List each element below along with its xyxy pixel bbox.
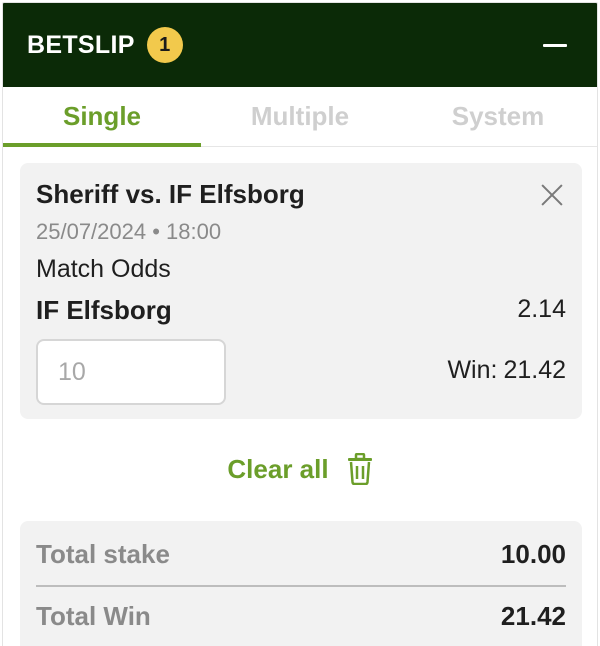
betslip-title: BETSLIP	[27, 30, 135, 59]
match-name: Sheriff vs. IF Elfsborg	[36, 179, 305, 209]
header-left: BETSLIP 1	[27, 27, 183, 63]
bet-count-badge: 1	[146, 27, 183, 63]
bet-card: Sheriff vs. IF Elfsborg 25/07/2024 • 18:…	[20, 163, 582, 419]
potential-win: Win: 21.42	[447, 356, 566, 385]
match-datetime: 25/07/2024 • 18:00	[36, 219, 222, 244]
tab-multiple[interactable]: Multiple	[201, 87, 399, 146]
total-stake-value: 10.00	[500, 539, 566, 569]
selection-odds: 2.14	[517, 295, 566, 323]
tab-system[interactable]: System	[399, 87, 597, 146]
win-label: Win:	[447, 356, 498, 384]
close-icon[interactable]	[540, 183, 564, 207]
total-stake-label: Total stake	[36, 539, 170, 569]
clear-all-label: Clear all	[227, 453, 329, 484]
total-win-row: Total Win 21.42	[36, 601, 566, 632]
bet-type-tabs: Single Multiple System	[3, 87, 597, 147]
total-win-label: Total Win	[36, 601, 151, 631]
betslip-panel: BETSLIP 1 Single Multiple System Sheriff…	[2, 2, 598, 646]
total-win-value: 21.42	[500, 601, 566, 631]
clear-all-button[interactable]: Clear all	[3, 453, 597, 485]
betslip-summary: Total stake 10.00 Total Win 21.42	[20, 521, 582, 646]
betslip-header: BETSLIP 1	[3, 3, 597, 87]
tab-single[interactable]: Single	[3, 87, 201, 147]
minimize-icon[interactable]	[543, 33, 567, 57]
trash-icon	[347, 453, 372, 485]
total-stake-row: Total stake 10.00	[36, 539, 566, 570]
market-name: Match Odds	[36, 255, 171, 283]
summary-divider	[36, 585, 566, 587]
win-value: 21.42	[503, 356, 566, 384]
stake-input[interactable]	[36, 339, 226, 405]
selection-name: IF Elfsborg	[36, 295, 172, 325]
